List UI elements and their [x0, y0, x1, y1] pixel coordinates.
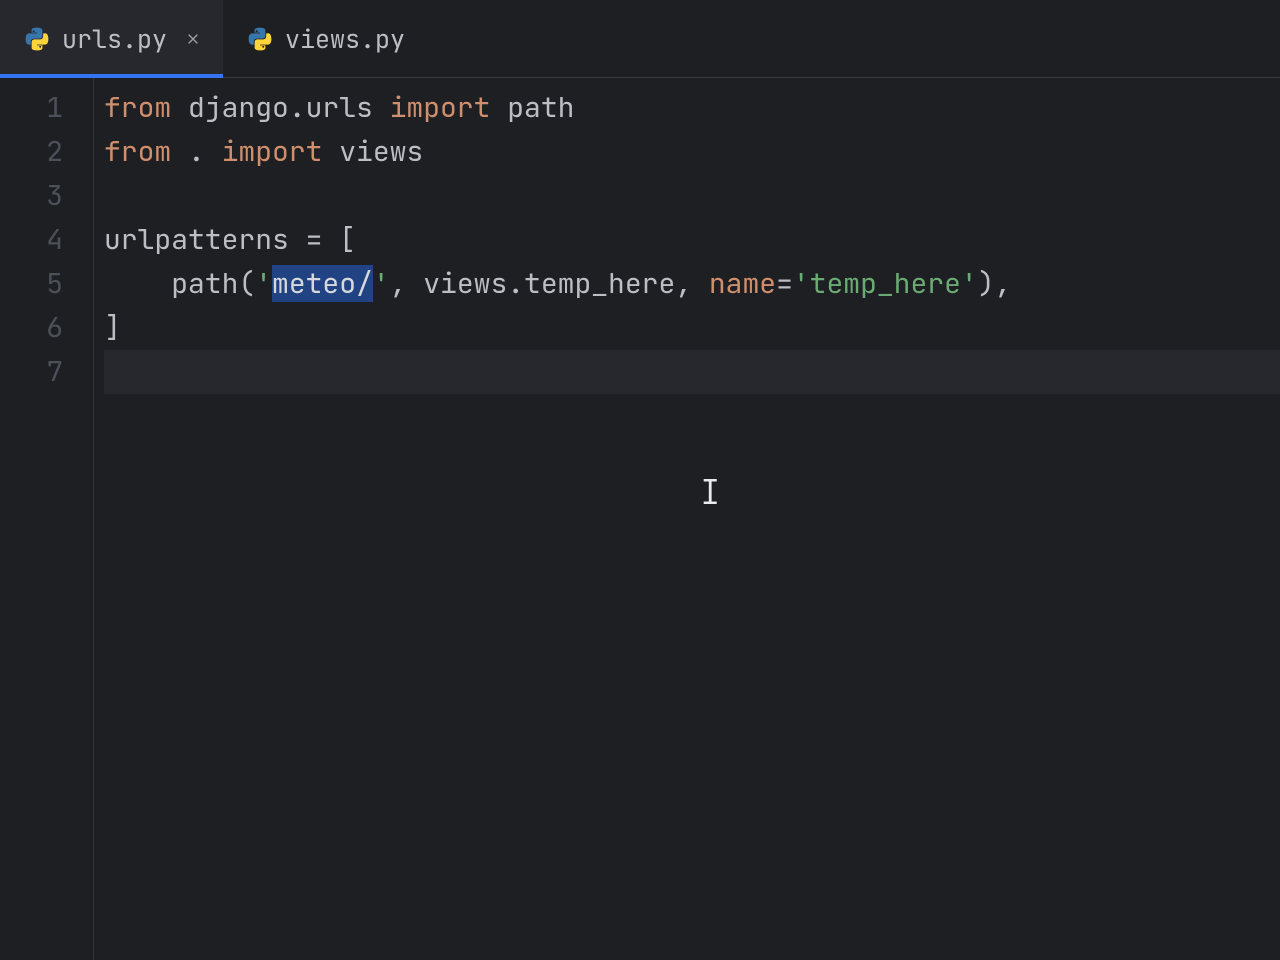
- code-area[interactable]: from django.urls import path from . impo…: [94, 78, 1280, 960]
- code-line-current: [104, 350, 1280, 394]
- close-icon[interactable]: [183, 29, 203, 49]
- editor[interactable]: 1 2 3 4 5 6 7 from django.urls import pa…: [0, 78, 1280, 960]
- text-cursor-icon: I: [700, 470, 720, 515]
- line-gutter: 1 2 3 4 5 6 7: [0, 78, 94, 960]
- code-line: from . import views: [104, 130, 1280, 174]
- line-number: 7: [0, 350, 93, 394]
- line-number: 2: [0, 130, 93, 174]
- code-line: [104, 174, 1280, 218]
- tab-bar: urls.py views.py: [0, 0, 1280, 78]
- tab-label: urls.py: [62, 22, 167, 56]
- tab-urls-py[interactable]: urls.py: [0, 0, 223, 77]
- tab-label: views.py: [285, 22, 405, 56]
- tab-views-py[interactable]: views.py: [223, 0, 425, 77]
- code-line: ]: [104, 306, 1280, 350]
- code-line: path('meteo/', views.temp_here, name='te…: [104, 262, 1280, 306]
- line-number: 6: [0, 306, 93, 350]
- code-line: urlpatterns = [: [104, 218, 1280, 262]
- code-line: from django.urls import path: [104, 86, 1280, 130]
- line-number: 1: [0, 86, 93, 130]
- python-icon: [24, 26, 50, 52]
- line-number: 3: [0, 174, 93, 218]
- python-icon: [247, 26, 273, 52]
- selection: meteo/: [272, 265, 373, 302]
- line-number: 4: [0, 218, 93, 262]
- line-number: 5: [0, 262, 93, 306]
